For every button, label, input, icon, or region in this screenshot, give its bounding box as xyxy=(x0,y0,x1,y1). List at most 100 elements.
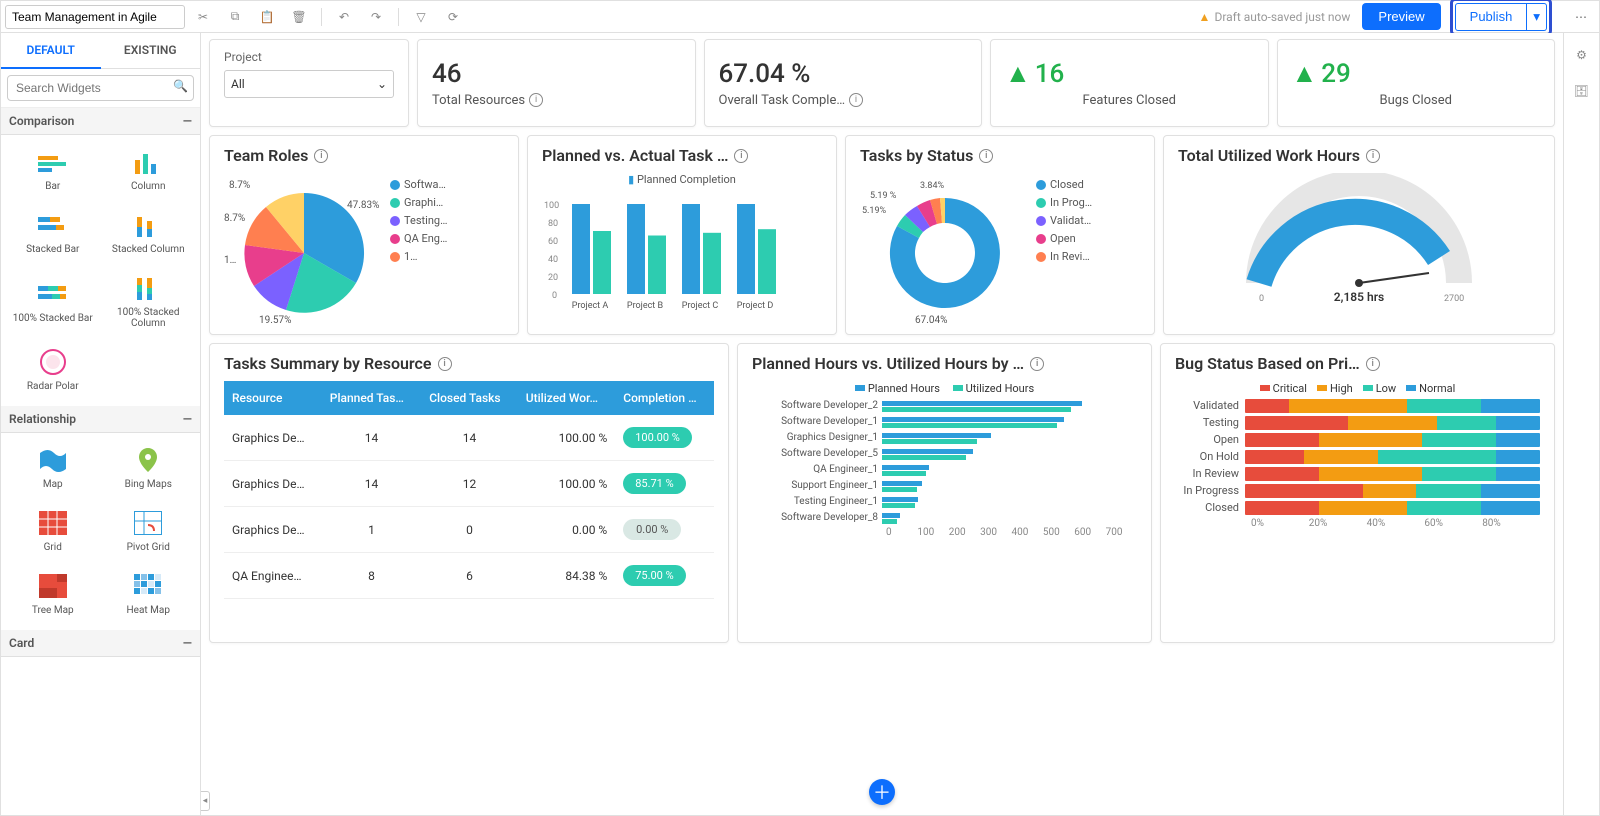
undo-icon[interactable]: ↶ xyxy=(330,3,358,31)
kpi-label: Total Resources xyxy=(432,93,525,108)
search-input[interactable] xyxy=(7,75,194,101)
dashboard-canvas[interactable]: ◂ Project All⌄ 46 Total Resourcesi 67.04… xyxy=(201,33,1563,815)
stacked-bar-row: Closed xyxy=(1175,501,1540,515)
datasource-icon[interactable]: 🗄 xyxy=(1570,79,1594,103)
publish-dropdown[interactable]: ▾ xyxy=(1527,3,1547,31)
svg-text:5.19 %: 5.19 % xyxy=(870,191,897,201)
category-card[interactable]: Card— xyxy=(1,630,200,657)
widget-icon xyxy=(128,445,168,475)
hbar-row: Software Developer_2 xyxy=(752,399,1137,413)
info-icon[interactable]: i xyxy=(1030,357,1044,371)
widget-bar[interactable]: Bar xyxy=(5,139,101,202)
widget-map[interactable]: Map xyxy=(5,437,101,500)
svg-text:5.19%: 5.19% xyxy=(862,206,887,216)
widget-label: Heat Map xyxy=(127,605,170,616)
widget-tree-map[interactable]: Tree Map xyxy=(5,563,101,626)
right-rail: ⚙ 🗄 xyxy=(1563,33,1599,815)
legend-item: QA Eng… xyxy=(390,232,504,245)
add-widget-button[interactable]: ＋ xyxy=(869,779,895,805)
widget-label: Bar xyxy=(45,181,60,192)
table-row[interactable]: Graphics De…1412100.00 %85.71 % xyxy=(224,461,714,507)
widget-radar-polar[interactable]: Radar Polar xyxy=(5,339,101,402)
search-icon: 🔍 xyxy=(173,79,188,93)
category-relationship[interactable]: Relationship— xyxy=(1,406,200,433)
hbar-row: Software Developer_5 xyxy=(752,447,1137,461)
widget-grid[interactable]: Grid xyxy=(5,500,101,563)
legend-item: Softwa… xyxy=(390,178,504,191)
table-header: Completion … xyxy=(615,381,714,415)
more-icon[interactable]: ⋯ xyxy=(1567,3,1595,31)
table-row[interactable]: Graphics De…100.00 %0.00 % xyxy=(224,507,714,553)
card-hours-resource: Planned Hours vs. Utilized Hours by …i P… xyxy=(737,343,1152,643)
widget-bing-maps[interactable]: Bing Maps xyxy=(101,437,197,500)
widget-heat-map[interactable]: Heat Map xyxy=(101,563,197,626)
widget-icon xyxy=(128,147,168,177)
widget-stacked-column[interactable]: Stacked Column xyxy=(101,202,197,265)
legend-item: In Revi… xyxy=(1036,250,1140,263)
widget-pivot-grid[interactable]: Pivot Grid xyxy=(101,500,197,563)
widget-100%-stacked-column[interactable]: 100% Stacked Column xyxy=(101,265,197,339)
svg-text:47.83%: 47.83% xyxy=(347,200,379,211)
stacked-bar-row: Open xyxy=(1175,433,1540,447)
widget-icon xyxy=(33,347,73,377)
info-icon[interactable]: i xyxy=(529,93,543,107)
widget-100%-stacked-bar[interactable]: 100% Stacked Bar xyxy=(5,265,101,339)
copy-icon[interactable]: ⧉ xyxy=(221,3,249,31)
widget-icon xyxy=(33,571,73,601)
widget-label: Stacked Column xyxy=(112,244,185,255)
svg-text:Project A: Project A xyxy=(572,301,609,310)
info-icon[interactable]: i xyxy=(979,149,993,163)
widget-column[interactable]: Column xyxy=(101,139,197,202)
refresh-icon[interactable]: ⟳ xyxy=(439,3,467,31)
table-row[interactable]: Graphics De…1414100.00 %100.00 % xyxy=(224,415,714,461)
widget-label: Stacked Bar xyxy=(26,244,79,255)
kpi-value: 29 xyxy=(1321,59,1351,89)
project-select[interactable]: All⌄ xyxy=(224,70,394,98)
chevron-down-icon: ⌄ xyxy=(377,77,387,91)
widget-icon xyxy=(128,571,168,601)
tab-existing[interactable]: EXISTING xyxy=(101,33,201,69)
widget-label: 100% Stacked Bar xyxy=(13,313,93,324)
info-icon[interactable]: i xyxy=(1366,149,1380,163)
tab-default[interactable]: DEFAULT xyxy=(1,33,101,69)
settings-icon[interactable]: ⚙ xyxy=(1570,43,1594,67)
redo-icon[interactable]: ↷ xyxy=(362,3,390,31)
svg-text:60: 60 xyxy=(548,237,558,247)
dashboard-title-input[interactable] xyxy=(5,5,185,29)
info-icon[interactable]: i xyxy=(734,149,748,163)
filter-icon[interactable]: ▽ xyxy=(407,3,435,31)
svg-text:19.57%: 19.57% xyxy=(259,315,291,323)
widget-stacked-bar[interactable]: Stacked Bar xyxy=(5,202,101,265)
legend-item: 1… xyxy=(390,250,504,263)
svg-text:8.7%: 8.7% xyxy=(224,213,245,224)
info-icon[interactable]: i xyxy=(849,93,863,107)
card-title-text: Total Utilized Work Hours xyxy=(1178,146,1360,165)
svg-text:8.7%: 8.7% xyxy=(229,180,250,191)
project-label: Project xyxy=(224,50,394,64)
sidebar-collapse-handle[interactable]: ◂ xyxy=(201,791,210,811)
kpi-label: Overall Task Comple… xyxy=(719,93,846,108)
category-comparison[interactable]: Comparison— xyxy=(1,108,200,135)
table-header: Planned Tas… xyxy=(322,381,421,415)
table-row[interactable]: QA Enginee…8684.38 %75.00 % xyxy=(224,553,714,599)
info-icon[interactable]: i xyxy=(438,357,452,371)
preview-button[interactable]: Preview xyxy=(1362,3,1440,30)
info-icon[interactable]: i xyxy=(1366,357,1380,371)
svg-text:3.84%: 3.84% xyxy=(920,181,945,191)
kpi-value: 67.04 % xyxy=(719,59,968,89)
kpi-bugs-closed: ▲29 Bugs Closed xyxy=(1277,39,1556,127)
info-icon[interactable]: i xyxy=(314,149,328,163)
svg-text:20: 20 xyxy=(548,273,558,283)
delete-icon[interactable]: 🗑 xyxy=(285,3,313,31)
publish-button[interactable]: Publish xyxy=(1455,3,1528,31)
svg-text:0: 0 xyxy=(552,291,557,301)
legend-text: Planned Hours xyxy=(868,382,940,395)
svg-text:0: 0 xyxy=(1259,294,1264,304)
gauge-value: 2,185 hrs xyxy=(1334,290,1384,304)
separator xyxy=(398,8,399,26)
cut-icon[interactable]: ✂ xyxy=(189,3,217,31)
paste-icon[interactable]: 📋 xyxy=(253,3,281,31)
widget-icon xyxy=(33,445,73,475)
auto-saved-status: ▲Draft auto-saved just now xyxy=(1199,10,1351,24)
widget-label: 100% Stacked Column xyxy=(105,307,193,329)
